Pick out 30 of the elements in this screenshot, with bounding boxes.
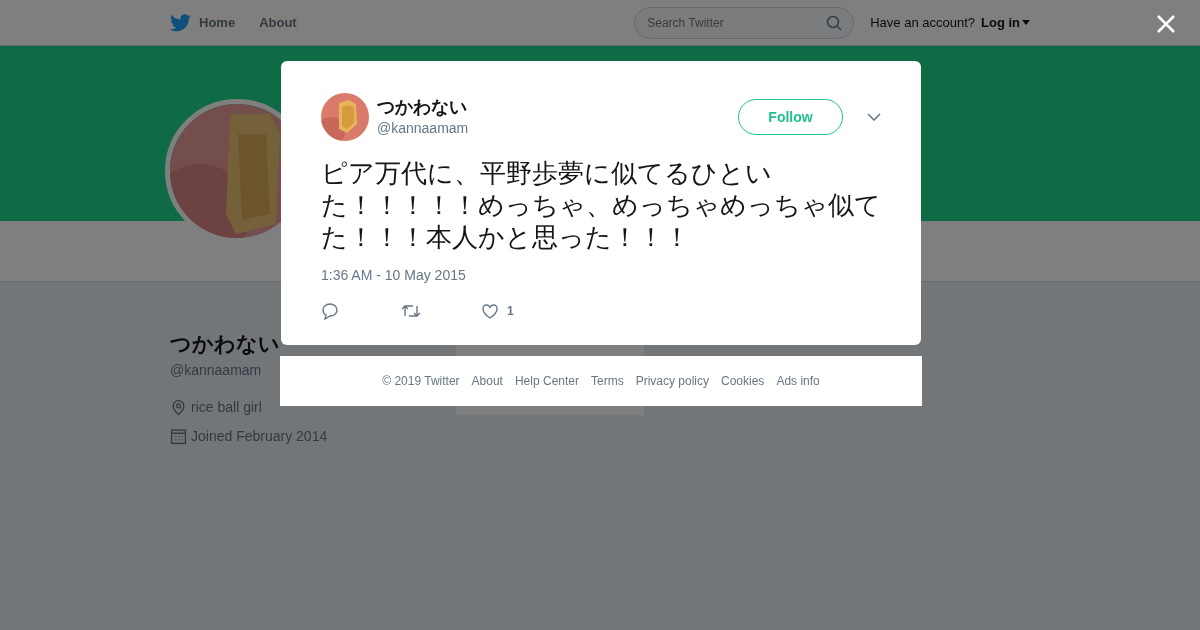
search-field[interactable]: Search Twitter [634, 6, 855, 39]
author-handle[interactable]: @kannaamam [377, 117, 469, 139]
tweet-text: ピア万代に、平野歩夢に似てるひといた！！！！！めっちゃ、めっちゃめっちゃ似てた！！！本人かと思った！！！ [321, 157, 882, 253]
caret-icon [1022, 20, 1030, 25]
copyright-text: © 2019 Twitter [382, 373, 460, 390]
chevron-down-icon[interactable] [867, 113, 881, 121]
profile-name: つかわない [170, 331, 280, 358]
footer-link[interactable]: Help Center [514, 372, 579, 390]
footer-link[interactable]: Ads info [776, 372, 820, 390]
reply-icon[interactable] [321, 302, 339, 320]
footer-link[interactable]: About [471, 372, 503, 390]
footer-link[interactable]: Terms [591, 372, 624, 390]
heart-icon[interactable] [481, 302, 499, 320]
nav-link[interactable]: Home [199, 12, 236, 33]
tweet-timestamp[interactable]: 1:36 AM - 10 May 2015 [321, 265, 881, 286]
calendar-icon [170, 427, 187, 445]
author-name[interactable]: つかわない [377, 95, 469, 118]
footer-link[interactable]: Cookies [721, 372, 765, 390]
profile-location: rice ball girl [191, 397, 262, 417]
profile-handle: @kannaamam [170, 360, 262, 380]
login-link[interactable]: Log in [981, 12, 1030, 33]
retweet-icon[interactable] [401, 302, 421, 320]
like-count: 1 [507, 303, 514, 320]
footer-link[interactable]: Privacy policy [635, 372, 709, 390]
location-pin-icon [170, 398, 187, 416]
nav-link[interactable]: About [259, 12, 297, 33]
join-date: Joined February 2014 [191, 426, 328, 446]
bird-logo-icon [170, 13, 191, 32]
account-prompt: Have an account? [870, 13, 975, 32]
search-icon [826, 14, 843, 31]
